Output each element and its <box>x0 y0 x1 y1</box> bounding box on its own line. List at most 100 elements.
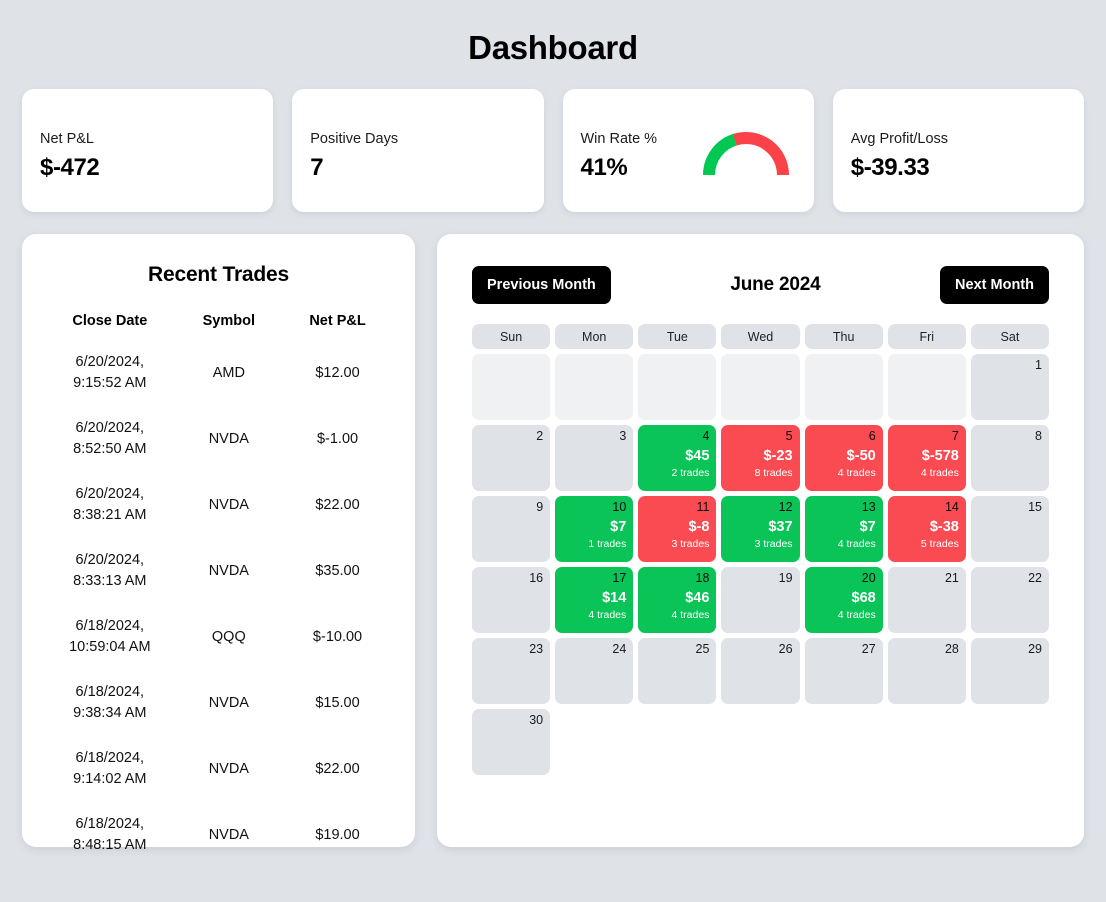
trade-close-date: 6/20/2024, 8:38:21 AM <box>46 472 174 538</box>
calendar-day-cell[interactable]: 7$-5784 trades <box>888 425 966 491</box>
calendar-day-cell[interactable]: 1 <box>971 354 1049 420</box>
calendar-day-cell[interactable]: 18$464 trades <box>638 567 716 633</box>
calendar-day-cell[interactable]: 3 <box>555 425 633 491</box>
calendar-day-number: 26 <box>728 642 792 657</box>
calendar-day-cell[interactable]: 13 $7 4 trades <box>805 496 883 562</box>
dashboard-page: Dashboard Net P&L$-472Positive Days7Win … <box>0 0 1106 902</box>
table-row[interactable]: 6/20/2024, 9:15:52 AMAMD$12.00 <box>46 340 391 406</box>
calendar-day-number: 17 <box>562 571 626 586</box>
trade-close-date: 6/20/2024, 8:33:13 AM <box>46 538 174 604</box>
trade-close-date: 6/18/2024, 9:14:02 AM <box>46 736 174 802</box>
trade-symbol: NVDA <box>174 802 284 868</box>
calendar-day-number: 21 <box>895 571 959 586</box>
trade-symbol: NVDA <box>174 736 284 802</box>
table-row[interactable]: 6/18/2024, 8:48:15 AMNVDA$19.00 <box>46 802 391 868</box>
calendar-day-cell[interactable]: 14$-385 trades <box>888 496 966 562</box>
panels-row: Recent Trades Close Date Symbol Net P&L … <box>0 212 1106 847</box>
stat-value: 41% <box>581 152 658 183</box>
calendar-day-cell[interactable]: 11$-83 trades <box>638 496 716 562</box>
trade-symbol: AMD <box>174 340 284 406</box>
column-header-close-date: Close Date <box>46 304 174 340</box>
calendar-cell-blank <box>638 354 716 420</box>
calendar-day-cell[interactable]: 20$684 trades <box>805 567 883 633</box>
calendar-weekday-header: Mon <box>555 324 633 349</box>
calendar-day-cell[interactable]: 23 <box>472 638 550 704</box>
calendar-day-number: 6 <box>812 429 876 444</box>
trade-symbol: NVDA <box>174 472 284 538</box>
calendar-day-pnl: $-38 <box>895 518 959 536</box>
calendar-day-trade-count: 1 trades <box>562 538 626 551</box>
trade-close-date: 6/18/2024, 10:59:04 AM <box>46 604 174 670</box>
calendar-day-cell[interactable]: 26 <box>721 638 799 704</box>
calendar-weekday-header: Sun <box>472 324 550 349</box>
trade-net-pnl: $12.00 <box>284 340 391 406</box>
calendar-cell-blank <box>472 354 550 420</box>
calendar-day-number: 13 <box>812 500 876 515</box>
calendar-day-trade-count: 4 trades <box>812 538 876 551</box>
trade-net-pnl: $35.00 <box>284 538 391 604</box>
calendar-day-cell[interactable]: 28 <box>888 638 966 704</box>
table-row[interactable]: 6/18/2024, 9:14:02 AMNVDA$22.00 <box>46 736 391 802</box>
page-title: Dashboard <box>0 0 1106 68</box>
calendar-day-number: 11 <box>645 500 709 515</box>
calendar-day-pnl: $7 <box>812 518 876 536</box>
table-row[interactable]: 6/20/2024, 8:33:13 AMNVDA$35.00 <box>46 538 391 604</box>
calendar-day-pnl: $45 <box>645 447 709 465</box>
stat-cards-row: Net P&L$-472Positive Days7Win Rate %41%A… <box>0 68 1106 212</box>
calendar-day-cell[interactable]: 16 <box>472 567 550 633</box>
calendar-day-cell[interactable]: 25 <box>638 638 716 704</box>
calendar-day-pnl: $37 <box>728 518 792 536</box>
calendar-day-cell[interactable]: 17$144 trades <box>555 567 633 633</box>
calendar-day-cell[interactable]: 30 <box>472 709 550 775</box>
next-month-button[interactable]: Next Month <box>940 266 1049 304</box>
calendar-day-pnl: $14 <box>562 589 626 607</box>
trade-net-pnl: $-1.00 <box>284 406 391 472</box>
trade-symbol: NVDA <box>174 406 284 472</box>
table-row[interactable]: 6/18/2024, 9:38:34 AMNVDA$15.00 <box>46 670 391 736</box>
table-row[interactable]: 6/20/2024, 8:38:21 AMNVDA$22.00 <box>46 472 391 538</box>
calendar-day-number: 20 <box>812 571 876 586</box>
calendar-day-number: 19 <box>728 571 792 586</box>
calendar-day-number: 5 <box>728 429 792 444</box>
calendar-day-cell[interactable]: 27 <box>805 638 883 704</box>
calendar-day-pnl: $7 <box>562 518 626 536</box>
calendar-day-cell[interactable]: 6$-504 trades <box>805 425 883 491</box>
calendar-day-cell[interactable]: 22 <box>971 567 1049 633</box>
calendar-day-trade-count: 4 trades <box>895 467 959 480</box>
calendar-day-cell[interactable]: 4$452 trades <box>638 425 716 491</box>
calendar-day-cell[interactable]: 12$373 trades <box>721 496 799 562</box>
calendar-cell-blank <box>555 354 633 420</box>
calendar-day-cell[interactable]: 15 <box>971 496 1049 562</box>
calendar-header: Previous Month June 2024 Next Month <box>472 266 1049 304</box>
calendar-day-cell[interactable]: 5$-238 trades <box>721 425 799 491</box>
calendar-cell-blank <box>888 354 966 420</box>
calendar-day-cell[interactable]: 2 <box>472 425 550 491</box>
calendar-day-cell[interactable]: 19 <box>721 567 799 633</box>
calendar-day-cell[interactable]: 24 <box>555 638 633 704</box>
trade-net-pnl: $22.00 <box>284 736 391 802</box>
calendar-day-cell[interactable]: 29 <box>971 638 1049 704</box>
calendar-day-number: 24 <box>562 642 626 657</box>
calendar-day-cell[interactable]: 8 <box>971 425 1049 491</box>
calendar-day-trade-count: 5 trades <box>895 538 959 551</box>
stat-value: $-39.33 <box>851 152 948 183</box>
table-row[interactable]: 6/18/2024, 10:59:04 AMQQQ$-10.00 <box>46 604 391 670</box>
recent-trades-panel: Recent Trades Close Date Symbol Net P&L … <box>22 234 415 847</box>
stat-label: Avg Profit/Loss <box>851 130 948 149</box>
calendar-day-number: 28 <box>895 642 959 657</box>
calendar-day-cell[interactable]: 9 <box>472 496 550 562</box>
column-header-symbol: Symbol <box>174 304 284 340</box>
calendar-day-number: 25 <box>645 642 709 657</box>
calendar-weekday-header: Tue <box>638 324 716 349</box>
trades-header-row: Close Date Symbol Net P&L <box>46 304 391 340</box>
calendar-day-trade-count: 4 trades <box>812 467 876 480</box>
calendar-day-cell[interactable]: 10$71 trades <box>555 496 633 562</box>
calendar-day-number: 23 <box>479 642 543 657</box>
calendar-day-number: 15 <box>978 500 1042 515</box>
calendar-day-number: 3 <box>562 429 626 444</box>
previous-month-button[interactable]: Previous Month <box>472 266 611 304</box>
calendar-day-cell[interactable]: 21 <box>888 567 966 633</box>
table-row[interactable]: 6/20/2024, 8:52:50 AMNVDA$-1.00 <box>46 406 391 472</box>
stat-label: Positive Days <box>310 130 398 149</box>
stat-label: Win Rate % <box>581 130 658 149</box>
